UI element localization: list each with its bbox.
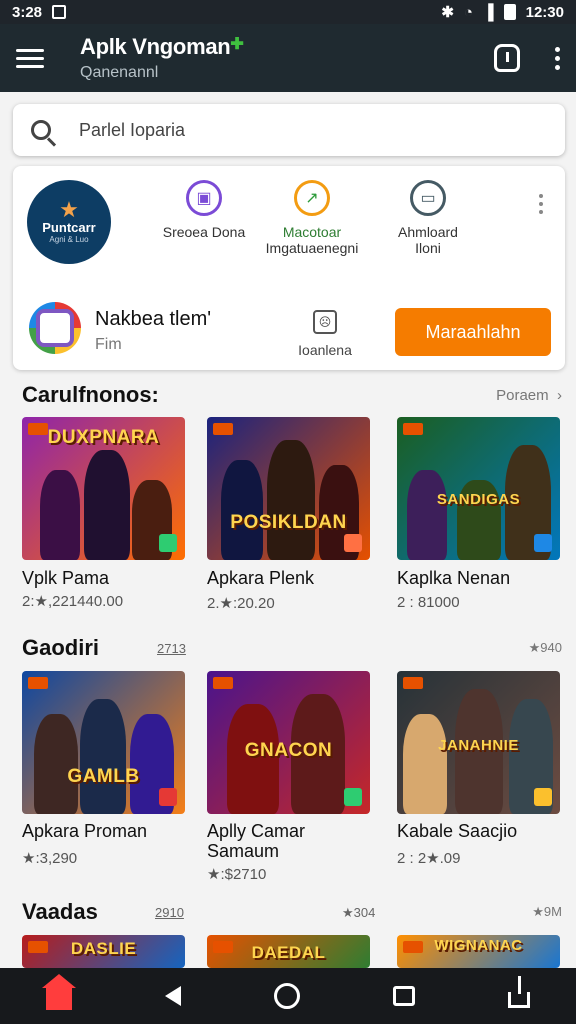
face-icon: ☹ <box>313 310 337 334</box>
quick-action-3[interactable]: ▭ Ahmloard Iloni <box>373 180 483 256</box>
app-rating: 2 : 2★.09 <box>397 850 461 867</box>
signal-icon: ▐ <box>482 3 494 21</box>
share-icon[interactable] <box>507 976 530 1008</box>
app-rating: ★:3,290 <box>22 850 78 867</box>
section-more-link[interactable]: ★940 <box>529 640 562 656</box>
app-name[interactable]: Apkara Proman <box>22 821 147 842</box>
store-badge-icon <box>344 788 362 806</box>
more-options-icon[interactable] <box>554 46 560 70</box>
section-header: Carulfnonos: Poraem › <box>22 382 562 408</box>
app-rating: 2.★:20.20 <box>207 595 275 612</box>
bluetooth-icon: ✱ <box>441 4 454 21</box>
app-rating: 2:★,221440.00 <box>22 593 124 610</box>
game-tile[interactable]: DAEDAL <box>207 935 370 968</box>
app-bar: Aplk Vngoman✚ Qanenannl <box>0 24 576 92</box>
back-icon[interactable] <box>165 986 182 1006</box>
menu-icon[interactable] <box>16 48 44 68</box>
game-tile[interactable]: GAMLB <box>22 671 185 814</box>
app-name[interactable]: Aplly Camar <box>207 821 305 842</box>
section-count: ★304 <box>342 905 376 920</box>
controller-icon: ▣ <box>186 180 222 216</box>
section-badge: 2713 <box>157 641 186 656</box>
section-title: Vaadas <box>22 899 98 924</box>
status-time-left: 3:28 <box>12 3 43 21</box>
gallery-icon <box>52 5 67 19</box>
app-rating: ★:$2710 <box>207 866 267 883</box>
game-tile[interactable]: WIGNANAC <box>397 935 560 968</box>
section-more-link[interactable]: ★9M <box>532 904 562 920</box>
section-more-link[interactable]: Poraem › <box>496 387 562 404</box>
search-icon <box>31 120 51 140</box>
section-badge: 2910 <box>155 905 184 920</box>
app-name[interactable]: Kaplka Nenan <box>397 568 510 589</box>
wifi-icon: ◔ <box>463 3 473 21</box>
app-name[interactable]: Apkara Plenk <box>207 568 314 589</box>
monitor-icon: ▭ <box>410 180 446 216</box>
section-title: Gaodiri <box>22 635 100 660</box>
promo-subtitle: Fim <box>95 336 122 353</box>
game-tile[interactable]: POSIKLDAN <box>207 417 370 560</box>
promo-middle-action[interactable]: ☹ Ioanlena <box>293 310 357 358</box>
app-name-line2: Samaum <box>207 841 280 861</box>
map-icon: ↗ <box>294 180 330 216</box>
star-logo-icon: ★ <box>59 197 79 222</box>
navigation-bar <box>0 968 576 1024</box>
home-icon[interactable] <box>42 974 77 1010</box>
home-circle-icon[interactable] <box>273 983 300 1009</box>
search-input[interactable]: Parlel Ioparia <box>79 120 185 141</box>
section-header: Gaodiri ★940 <box>22 635 562 661</box>
quick-action-1[interactable]: ▣ Sreoea Dona <box>149 180 259 240</box>
search-bar[interactable]: Parlel Ioparia <box>13 104 565 156</box>
quick-action-2[interactable]: ↗ Macotoar Imgatuaenegni <box>257 180 367 256</box>
store-badge-icon <box>534 788 552 806</box>
store-badge-icon <box>344 534 362 552</box>
card-more-icon[interactable] <box>539 194 543 214</box>
game-tile[interactable]: GNACON <box>207 671 370 814</box>
game-tile[interactable]: JANAHNIE <box>397 671 560 814</box>
app-name[interactable]: Kabale Saacjio <box>397 821 517 842</box>
app-name[interactable]: Vplk Pama <box>22 568 109 589</box>
store-badge-icon <box>159 788 177 806</box>
store-badge-icon <box>534 534 552 552</box>
app-logo[interactable] <box>29 302 81 354</box>
featured-card: ★ Puntcarr Agni & Luo ▣ Sreoea Dona ↗ Ma… <box>13 166 565 370</box>
status-bar: 3:28 ✱ ◔ ▐ 12:30 <box>0 0 576 24</box>
recents-icon[interactable] <box>392 986 415 1006</box>
game-tile[interactable]: DUXPNARA <box>22 417 185 560</box>
battery-icon <box>503 4 516 20</box>
app-subtitle: Qanenannl <box>80 64 159 81</box>
store-badge-icon <box>159 534 177 552</box>
game-tile[interactable]: DASLIE <box>22 935 185 968</box>
brand-logo[interactable]: ★ Puntcarr Agni & Luo <box>27 180 111 264</box>
promo-title: Nakbea tlem' <box>95 308 212 330</box>
status-time-right: 12:30 <box>525 3 564 21</box>
notification-icon[interactable] <box>494 44 520 72</box>
game-tile[interactable]: SANDIGAS <box>397 417 560 560</box>
app-title: Aplk Vngoman✚ <box>80 34 244 59</box>
app-rating: 2 : 81000 <box>397 594 460 611</box>
section-title: Carulfnonos: <box>22 382 159 407</box>
section-header: Vaadas ★9M <box>22 899 562 925</box>
promo-cta-button[interactable]: Maraahlahn <box>395 308 551 356</box>
